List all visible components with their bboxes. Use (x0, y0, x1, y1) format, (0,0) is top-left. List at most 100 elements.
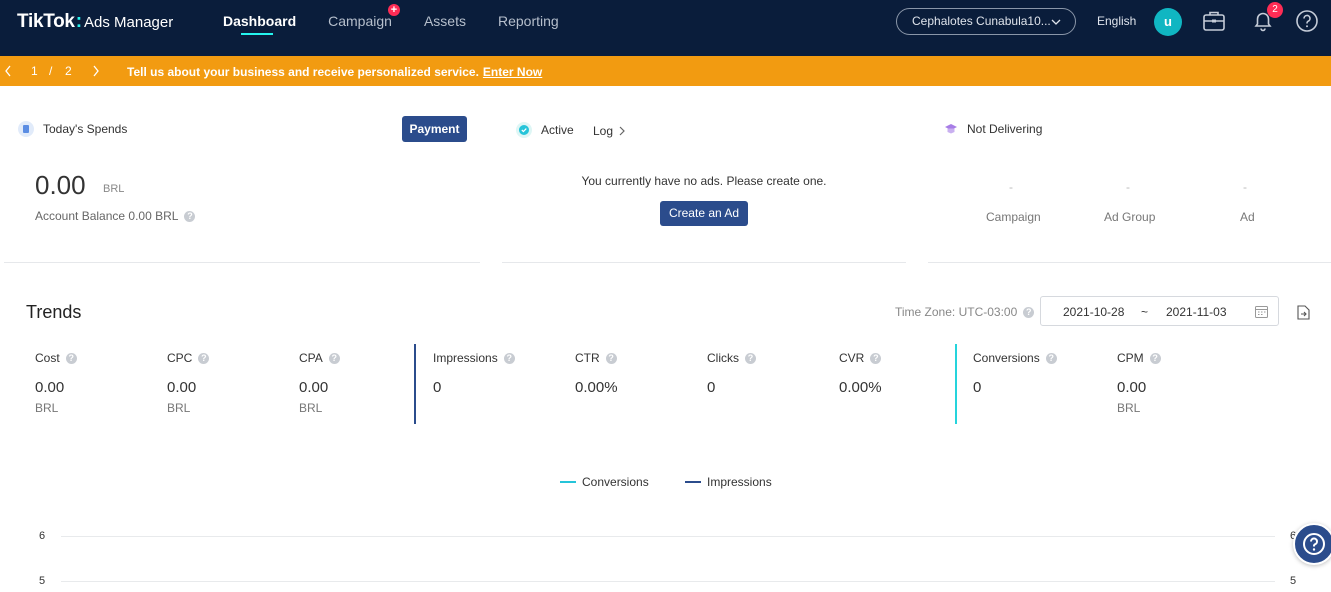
banner-enter-now-link[interactable]: Enter Now (483, 65, 542, 79)
chevron-right-icon (619, 126, 625, 136)
graduation-cap-icon (944, 121, 958, 137)
metric-clicks-value: 0 (707, 379, 716, 396)
metric-cpc-unit: BRL (167, 401, 191, 415)
divider (928, 262, 1331, 263)
announcement-banner: 1 / 2 Tell us about your business and re… (0, 56, 1331, 86)
metric-conversions-label[interactable]: Conversions? (973, 351, 1057, 365)
trends-title: Trends (26, 302, 82, 322)
y-tick-left: 6 (39, 530, 46, 542)
metric-cpa-value: 0.00 (299, 379, 329, 396)
wallet-icon (18, 121, 34, 137)
metric-label-text: CPM (1117, 351, 1144, 365)
grid-line (61, 536, 1275, 537)
banner-message: Tell us about your business and receive … (127, 65, 542, 79)
log-link[interactable]: Log (593, 124, 625, 138)
question-icon[interactable]: ? (1045, 353, 1057, 365)
question-icon[interactable]: ? (745, 353, 756, 365)
account-balance-text: Account Balance 0.00 BRL (35, 209, 179, 223)
legend-label: Impressions (707, 475, 772, 489)
active-title: Active (541, 123, 574, 137)
legend-label: Conversions (582, 475, 649, 489)
question-icon[interactable]: ? (184, 211, 196, 223)
metric-ctr-label[interactable]: CTR? (575, 351, 617, 365)
question-icon[interactable]: ? (503, 353, 515, 365)
help-icon[interactable] (1295, 9, 1319, 33)
campaign-count-label: Campaign (986, 210, 1041, 224)
avatar[interactable]: u (1154, 8, 1182, 36)
divider (4, 262, 480, 263)
payment-button[interactable]: Payment (402, 116, 467, 142)
metric-cvr-value: 0.00% (839, 379, 882, 396)
briefcase-icon[interactable] (1202, 9, 1226, 33)
not-delivering-card-title: Not Delivering (944, 121, 1042, 137)
logo-text: TikTok (17, 11, 75, 32)
notification-count-badge: 2 (1267, 2, 1283, 18)
divider (502, 262, 906, 263)
help-icon (1303, 533, 1325, 555)
nav-reporting[interactable]: Reporting (498, 0, 559, 56)
date-range-picker[interactable]: 2021-10-28 ~ 2021-11-03 (1040, 296, 1279, 326)
metric-label-text: CPA (299, 351, 323, 365)
metric-impressions-value: 0 (433, 379, 442, 396)
metric-cost-label[interactable]: Cost? (35, 351, 77, 365)
check-circle-icon (516, 122, 532, 138)
question-icon[interactable]: ? (870, 353, 882, 365)
logo-subtitle: Ads Manager (84, 14, 174, 31)
metric-cvr-label[interactable]: CVR? (839, 351, 882, 365)
question-icon[interactable]: ? (65, 353, 77, 365)
legend-swatch (560, 481, 576, 483)
ad-group-count: - (1126, 180, 1130, 194)
campaign-plus-badge: + (387, 4, 400, 16)
date-separator: ~ (1141, 305, 1149, 319)
account-balance: Account Balance 0.00 BRL? (35, 209, 196, 223)
metric-impressions-label[interactable]: Impressions? (433, 351, 515, 365)
banner-text: Tell us about your business and receive … (127, 65, 479, 79)
nav-campaign[interactable]: Campaign + (328, 0, 400, 56)
question-icon[interactable]: ? (328, 353, 340, 365)
question-icon[interactable]: ? (605, 353, 617, 365)
main-nav: Dashboard Campaign + Assets Reporting (223, 0, 591, 56)
spends-card-title: Today's Spends (18, 121, 127, 137)
metric-cpm-label[interactable]: CPM? (1117, 351, 1161, 365)
log-label: Log (593, 124, 614, 138)
question-icon[interactable]: ? (1149, 353, 1161, 365)
metric-clicks-label[interactable]: Clicks? (707, 351, 756, 365)
metric-cpc-label[interactable]: CPC? (167, 351, 210, 365)
nav-dashboard[interactable]: Dashboard (223, 0, 296, 56)
metric-cpa-label[interactable]: CPA? (299, 351, 340, 365)
tiktok-ads-logo[interactable]: TikTok : Ads Manager (17, 11, 173, 33)
question-icon[interactable]: ? (1023, 307, 1035, 319)
metric-label-text: Impressions (433, 351, 498, 365)
legend-conversions[interactable]: Conversions (560, 475, 649, 489)
metric-label-text: CPC (167, 351, 193, 365)
metric-label-text: CVR (839, 351, 865, 365)
chevron-right-icon[interactable] (92, 65, 100, 77)
spends-amount: 0.00 (35, 170, 86, 200)
help-floating-button[interactable] (1293, 523, 1331, 565)
create-ad-button[interactable]: Create an Ad (660, 201, 748, 226)
banner-page-separator: / (49, 64, 53, 78)
nav-campaign-label: Campaign (328, 13, 392, 29)
account-selector[interactable]: Cephalotes Cunabula10... (896, 8, 1076, 35)
no-ads-message: You currently have no ads. Please create… (581, 174, 827, 188)
ad-count: - (1243, 180, 1247, 194)
export-icon[interactable] (1297, 305, 1310, 320)
chevron-left-icon[interactable] (4, 65, 12, 77)
timezone-label: Time Zone: UTC-03:00? (895, 305, 1035, 319)
account-name: Cephalotes Cunabula10... (912, 14, 1051, 28)
timezone-text: Time Zone: UTC-03:00 (895, 305, 1018, 319)
question-icon[interactable]: ? (198, 353, 210, 365)
chevron-down-icon (1051, 19, 1061, 25)
metric-label-text: Clicks (707, 351, 739, 365)
metric-cpm-value: 0.00 (1117, 379, 1147, 396)
nav-assets[interactable]: Assets (424, 0, 466, 56)
language-selector[interactable]: English (1097, 14, 1136, 28)
campaign-count: - (1009, 180, 1013, 194)
legend-impressions[interactable]: Impressions (685, 475, 772, 489)
metric-cost-unit: BRL (35, 401, 59, 415)
banner-page-current: 1 (31, 64, 38, 78)
top-navigation-bar: TikTok : Ads Manager Dashboard Campaign … (0, 0, 1331, 56)
y-tick-right: 5 (1290, 575, 1297, 587)
metric-cpm-unit: BRL (1117, 401, 1141, 415)
spends-currency: BRL (103, 183, 125, 195)
